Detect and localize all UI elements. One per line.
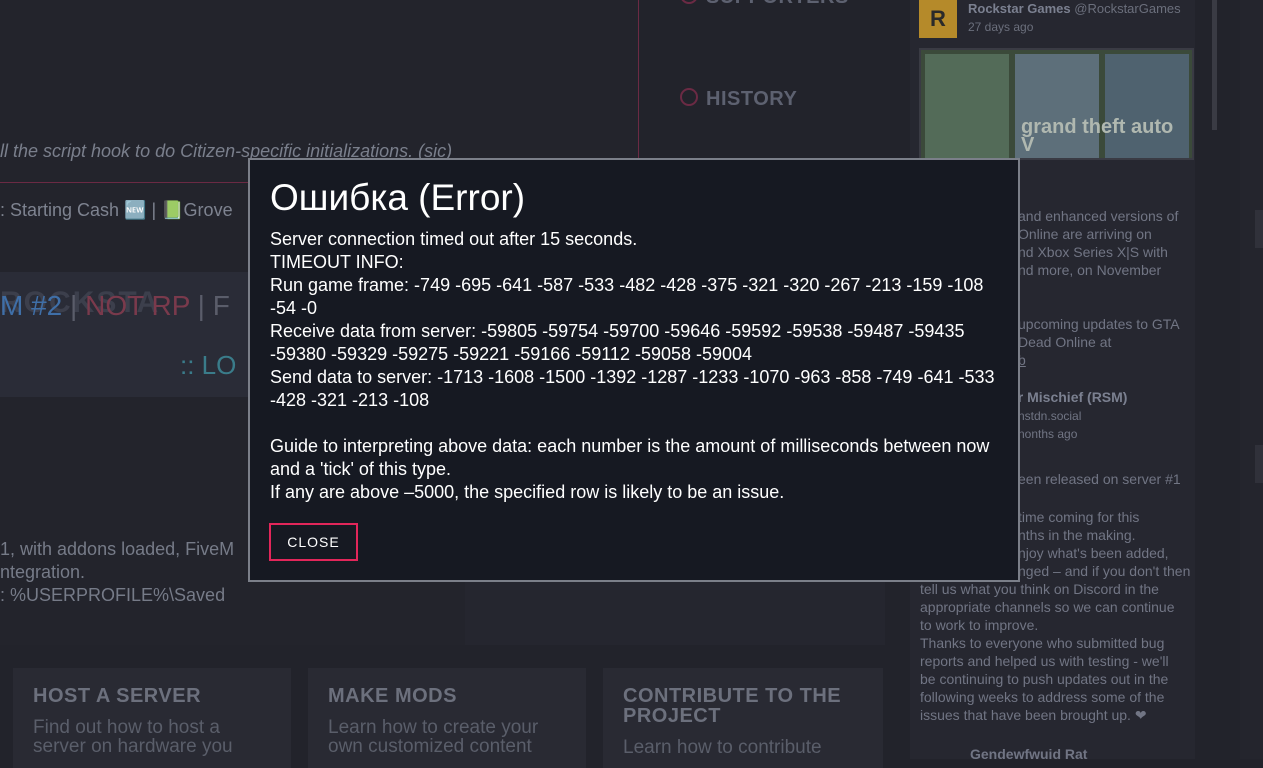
- error-dialog: Ошибка (Error) Server connection timed o…: [248, 158, 1020, 582]
- banner-part: | F: [189, 290, 230, 321]
- card-host-server[interactable]: HOST A SERVER Find out how to host a ser…: [13, 668, 291, 768]
- tweet-text: time coming for this nths in the making.…: [1018, 508, 1190, 580]
- tweet-line: appropriate channels so we can continue: [920, 599, 1175, 615]
- dialog-title: Ошибка (Error): [270, 177, 526, 218]
- dialog-line: TIMEOUT INFO:: [270, 252, 404, 272]
- tweet-line: nged – and if you don't then: [1018, 563, 1191, 579]
- info-line: : %USERPROFILE%\Saved: [0, 585, 226, 605]
- tweet-author[interactable]: Rockstar Games @RockstarGames: [968, 1, 1181, 16]
- card-make-mods[interactable]: MAKE MODS Learn how to create your own c…: [308, 668, 586, 768]
- feed-scrollbar[interactable]: [1212, 0, 1217, 130]
- right-column-block: [1255, 210, 1263, 248]
- tweet-line: Thanks to everyone who submitted bug: [920, 635, 1165, 651]
- tweet-line: and enhanced versions of: [1018, 208, 1179, 224]
- tweet-line: nd Xbox Series X|S with: [1018, 244, 1168, 260]
- tweet-time: 27 days ago: [968, 20, 1034, 34]
- banner-part: |: [62, 290, 86, 321]
- tweet-author[interactable]: Gendewfwuid Rat: [970, 745, 1087, 763]
- divider: [638, 0, 639, 165]
- rsm-handle: nstdn.social: [1018, 409, 1082, 423]
- background-panel: [465, 580, 885, 645]
- card-title: MAKE MODS: [328, 685, 457, 707]
- author-handle: @RockstarGames: [1074, 1, 1181, 16]
- side-menu-label: SUPPORTERS: [706, 0, 849, 8]
- supporters-icon: [680, 0, 698, 4]
- card-description: Find out how to host a server on hardwar…: [33, 717, 233, 757]
- tweet-line: njoy what's been added,: [1018, 545, 1169, 561]
- side-menu-label: HISTORY: [706, 88, 798, 110]
- dialog-guide: If any are above –5000, the specified ro…: [270, 482, 785, 502]
- tweet-line: following weeks to address some of the: [920, 689, 1165, 705]
- banner-part: M #2: [0, 290, 63, 321]
- tweet-link[interactable]: b: [1018, 351, 1180, 369]
- card-title: CONTRIBUTE TO THE PROJECT: [623, 685, 842, 727]
- rockstar-avatar[interactable]: R: [919, 0, 957, 38]
- right-column: [1240, 0, 1263, 759]
- tweet-text: and enhanced versions of Online are arri…: [1018, 207, 1178, 279]
- side-menu-history[interactable]: HISTORY: [680, 88, 797, 111]
- dialog-line: Server connection timed out after 15 sec…: [270, 229, 638, 249]
- tweet-line: nths in the making.: [1018, 527, 1136, 543]
- tweet-text: upcoming updates to GTA Dead Online at b: [1018, 315, 1180, 369]
- info-line: ntegration.: [0, 562, 86, 582]
- tweet-line: een released on server #1: [1018, 471, 1181, 487]
- info-line: 1, with addons loaded, FiveM: [0, 539, 235, 559]
- card-description: Learn how to contribute: [623, 737, 822, 758]
- dialog-line: Receive data from server: -59805 -59754 …: [270, 321, 965, 364]
- side-menu-supporters[interactable]: SUPPORTERS: [680, 0, 849, 9]
- tweet-line: nd more, on November: [1018, 262, 1162, 278]
- tweet-line: be continuing to push updates out in the: [920, 671, 1169, 687]
- tweet-line: reports and helped us with testing - we'…: [920, 653, 1169, 669]
- card-contribute[interactable]: CONTRIBUTE TO THE PROJECT Learn how to c…: [603, 668, 883, 768]
- tweet-line: upcoming updates to GTA: [1018, 316, 1180, 332]
- gta-logo: grand theft auto V: [1021, 116, 1174, 156]
- tweet-line: Dead Online at: [1018, 334, 1112, 350]
- image-panel: [925, 54, 1009, 158]
- banner-part: NOT RP: [85, 290, 190, 321]
- dialog-line: Send data to server: -1713 -1608 -1500 -…: [270, 367, 995, 410]
- close-button[interactable]: CLOSE: [269, 523, 358, 561]
- dialog-line: Run game frame: -749 -695 -641 -587 -533…: [270, 275, 984, 318]
- tweet-text: tell us what you think on Discord in the…: [920, 580, 1175, 724]
- tweet-line: tell us what you think on Discord in the: [920, 581, 1159, 597]
- tweet-image[interactable]: grand theft auto V: [919, 48, 1194, 160]
- dialog-body: Server connection timed out after 15 sec…: [270, 228, 998, 504]
- banner-logo-text: :: LO: [180, 350, 237, 380]
- tweet-line: issues that have been brought up. ❤: [920, 707, 1147, 723]
- tweet-line: to work to improve.: [920, 617, 1039, 633]
- background-cash-text: : Starting Cash 🆕 | 📗Grove: [0, 200, 233, 220]
- right-column-block: [1255, 445, 1263, 483]
- rsm-author[interactable]: ar Mischief (RSM): [1010, 389, 1127, 405]
- history-icon: [680, 88, 698, 106]
- dialog-guide: Guide to interpreting above data: each n…: [270, 436, 990, 479]
- banner-title: M #2 | NOT RP | F: [0, 290, 230, 322]
- tweet-line: Online are arriving on: [1018, 226, 1152, 242]
- author-name: Rockstar Games: [968, 1, 1071, 16]
- tweet-line: time coming for this: [1018, 509, 1140, 525]
- rsm-time: nonths ago: [1018, 427, 1078, 441]
- background-info: 1, with addons loaded, FiveM ntegration.…: [0, 538, 234, 607]
- card-description: Learn how to create your own customized …: [328, 717, 539, 757]
- card-title: HOST A SERVER: [33, 685, 202, 707]
